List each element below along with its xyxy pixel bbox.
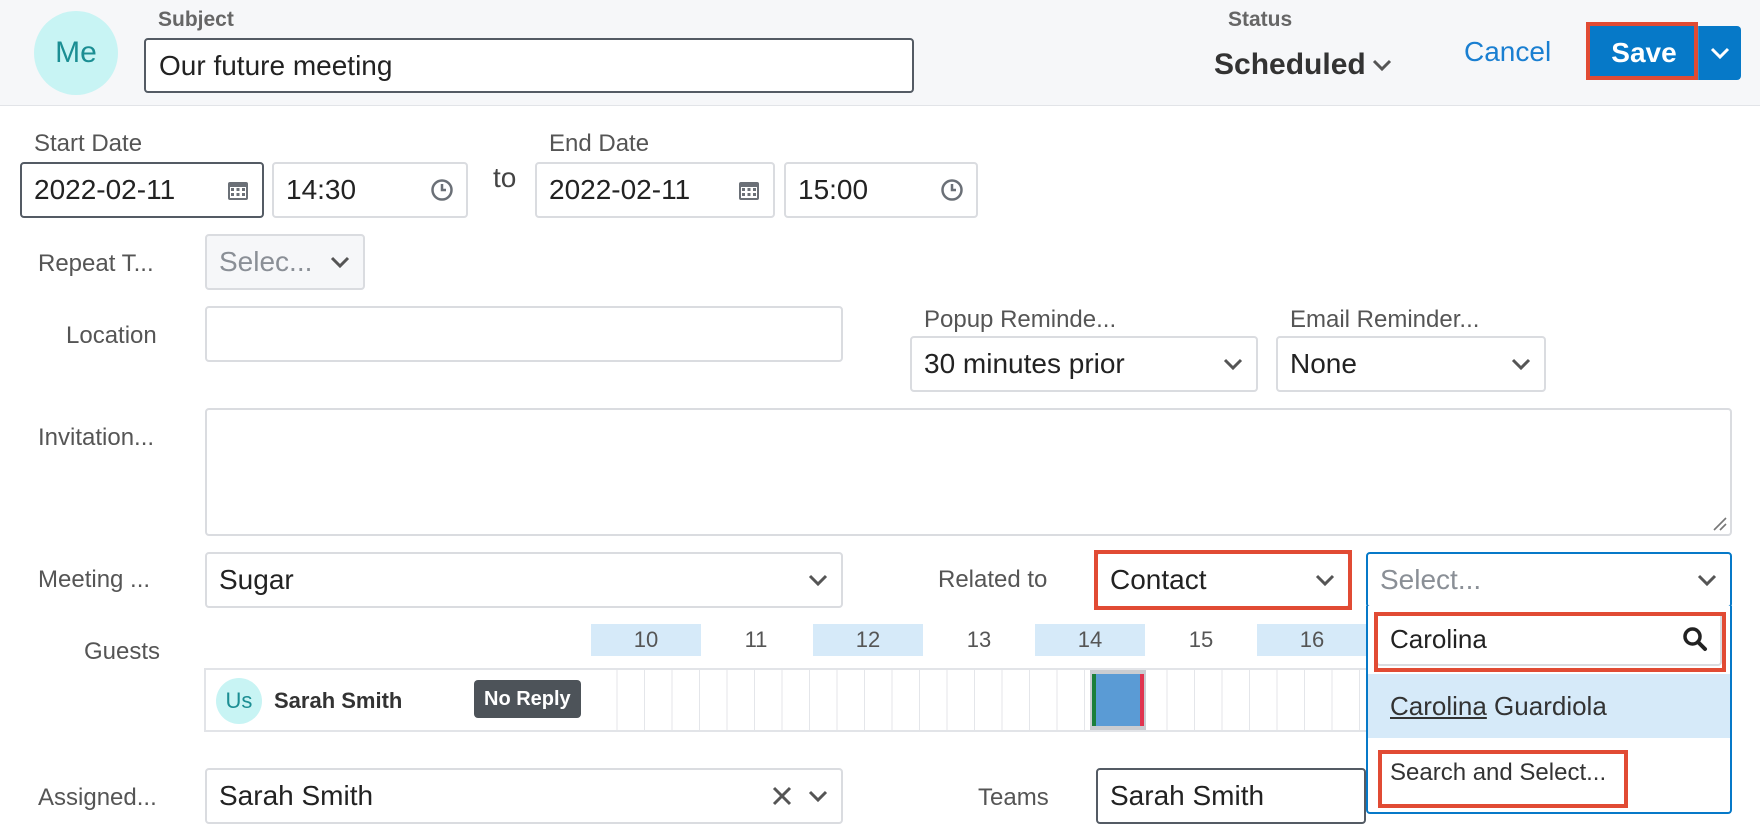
- location-input[interactable]: [205, 306, 843, 362]
- end-date-label: End Date: [549, 130, 650, 157]
- meeting-type-label: Meeting ...: [38, 566, 151, 593]
- status-label: Status: [1228, 8, 1293, 31]
- close-icon[interactable]: [771, 785, 793, 807]
- chevron-down-icon: [1372, 58, 1392, 72]
- start-date-input[interactable]: 2022-02-11: [20, 162, 264, 218]
- assigned-user-select[interactable]: Sarah Smith: [205, 768, 843, 824]
- email-reminder-label: Email Reminder...: [1290, 306, 1480, 333]
- search-result-match: Carolina: [1390, 690, 1487, 721]
- chevron-down-icon: [1222, 357, 1244, 371]
- teams-label: Teams: [978, 784, 1049, 811]
- save-actions-dropdown[interactable]: [1698, 26, 1741, 80]
- start-date-label: Start Date: [34, 130, 143, 157]
- subject-input[interactable]: Our future meeting: [144, 38, 914, 93]
- hour-label: 14: [1035, 624, 1145, 656]
- start-time-input[interactable]: 14:30: [272, 162, 468, 218]
- start-date-value: 2022-02-11: [34, 174, 176, 205]
- chevron-down-icon: [1696, 573, 1718, 587]
- end-time-value: 15:00: [798, 174, 869, 205]
- repeat-label: Repeat T...: [38, 250, 154, 277]
- save-button[interactable]: Save: [1590, 26, 1698, 80]
- chevron-down-icon: [329, 255, 351, 269]
- invitation-label: Invitation...: [38, 424, 155, 451]
- chevron-down-icon: [807, 573, 829, 587]
- hour-label: 11: [744, 627, 768, 652]
- search-icon[interactable]: [1682, 626, 1708, 652]
- hour-label: 12: [813, 624, 923, 656]
- related-search-input[interactable]: Carolina: [1376, 612, 1722, 666]
- related-record-dropdown: Carolina Carolina Guardiola Search and S…: [1366, 606, 1732, 814]
- guest-availability-timeline: [590, 668, 1370, 732]
- calendar-icon[interactable]: [226, 178, 250, 202]
- meeting-type-value: Sugar: [219, 564, 294, 595]
- guest-avatar: Us: [216, 678, 262, 724]
- meeting-busy-block: [1096, 674, 1140, 726]
- chevron-down-icon[interactable]: [807, 789, 829, 803]
- repeat-placeholder: Selec...: [219, 246, 313, 277]
- user-avatar: Me: [34, 11, 118, 95]
- related-search-value: Carolina: [1390, 623, 1487, 654]
- email-reminder-select[interactable]: None: [1276, 336, 1546, 392]
- related-module-value: Contact: [1110, 564, 1207, 595]
- invitation-textarea[interactable]: [205, 408, 1732, 536]
- guest-status-badge: No Reply: [474, 680, 581, 718]
- teams-select[interactable]: Sarah Smith: [1096, 768, 1366, 824]
- hour-label: 10: [591, 624, 701, 656]
- date-range-separator: to: [493, 162, 517, 193]
- related-record-select[interactable]: Select...: [1366, 552, 1732, 608]
- meeting-type-select[interactable]: Sugar: [205, 552, 843, 608]
- related-record-placeholder: Select...: [1380, 564, 1482, 595]
- teams-value: Sarah Smith: [1110, 780, 1265, 811]
- end-date-value: 2022-02-11: [549, 174, 691, 205]
- location-label: Location: [66, 322, 157, 349]
- search-and-select-option[interactable]: Search and Select...: [1368, 742, 1730, 804]
- search-result-option[interactable]: Carolina Guardiola: [1368, 674, 1730, 738]
- hour-label: 16: [1257, 624, 1367, 656]
- meeting-end-marker: [1140, 674, 1144, 726]
- record-header: Me Subject Our future meeting Status Sch…: [0, 0, 1760, 106]
- subject-label: Subject: [158, 8, 234, 31]
- popup-reminder-select[interactable]: 30 minutes prior: [910, 336, 1258, 392]
- popup-reminder-label: Popup Reminde...: [924, 306, 1117, 333]
- search-result-rest: Guardiola: [1486, 690, 1607, 721]
- clock-icon[interactable]: [430, 178, 454, 202]
- assigned-user-value: Sarah Smith: [219, 780, 374, 811]
- assigned-controls: [771, 785, 829, 807]
- clock-icon[interactable]: [940, 178, 964, 202]
- related-to-label: Related to: [938, 566, 1048, 593]
- related-module-select[interactable]: Contact: [1096, 552, 1350, 608]
- resize-handle-icon[interactable]: [1710, 514, 1728, 537]
- start-time-value: 14:30: [286, 174, 357, 205]
- guests-label: Guests: [84, 638, 161, 665]
- end-date-input[interactable]: 2022-02-11: [535, 162, 775, 218]
- chevron-down-icon: [1314, 573, 1336, 587]
- status-dropdown[interactable]: Scheduled: [1214, 48, 1392, 82]
- hour-label: 13: [966, 627, 992, 652]
- end-time-input[interactable]: 15:00: [784, 162, 978, 218]
- repeat-type-select[interactable]: Selec...: [205, 234, 365, 290]
- cancel-button[interactable]: Cancel: [1464, 36, 1551, 68]
- chevron-down-icon: [1710, 46, 1730, 60]
- hour-label: 15: [1188, 627, 1214, 652]
- popup-reminder-value: 30 minutes prior: [924, 348, 1125, 379]
- assigned-label: Assigned...: [38, 784, 157, 811]
- chevron-down-icon: [1510, 357, 1532, 371]
- guest-name[interactable]: Sarah Smith: [274, 688, 402, 714]
- email-reminder-value: None: [1290, 348, 1357, 379]
- calendar-icon[interactable]: [737, 178, 761, 202]
- status-value: Scheduled: [1214, 48, 1366, 81]
- guest-row: Us Sarah Smith No Reply: [204, 668, 594, 732]
